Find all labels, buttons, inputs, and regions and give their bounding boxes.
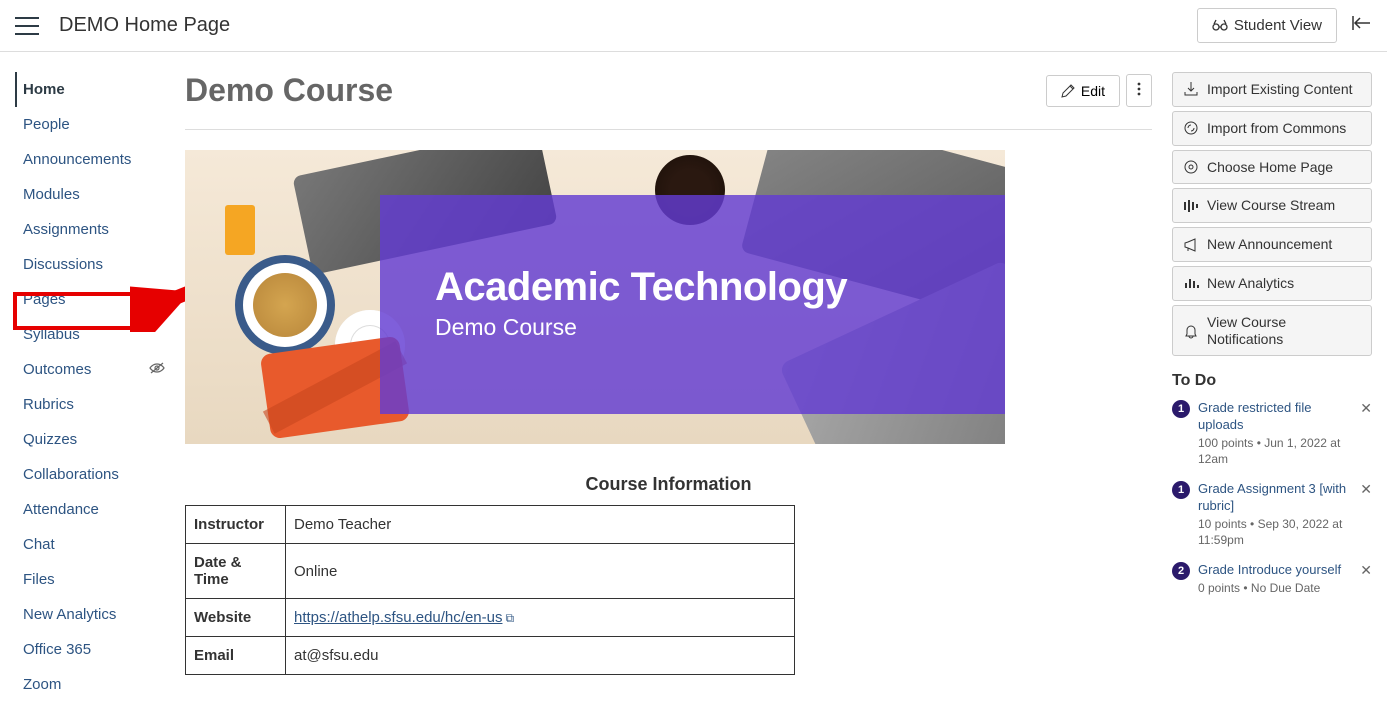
table-row: Instructor Demo Teacher [186,506,795,544]
nav-discussions[interactable]: Discussions [15,247,165,282]
todo-meta: 0 points • No Due Date [1198,581,1341,597]
breadcrumb: DEMO Home Page [59,14,1197,37]
action-label: Import from Commons [1207,120,1346,137]
edit-label: Edit [1081,83,1105,99]
info-label: Date & Time [186,544,286,599]
commons-icon [1183,120,1199,136]
nav-syllabus[interactable]: Syllabus [15,317,165,352]
website-link[interactable]: https://athelp.sfsu.edu/hc/en-us [294,609,502,626]
analytics-icon [1183,275,1199,291]
course-banner: Academic Technology Demo Course [185,150,1005,444]
home-target-icon [1183,159,1199,175]
external-link-icon: ⧉ [505,611,514,625]
nav-announcements[interactable]: Announcements [15,142,165,177]
view-stream-button[interactable]: View Course Stream [1172,188,1372,223]
todo-item: 2 Grade Introduce yourself 0 points • No… [1172,562,1372,596]
nav-zoom[interactable]: Zoom [15,667,165,702]
edit-button[interactable]: Edit [1046,75,1120,107]
hidden-icon [149,362,165,377]
todo-badge: 2 [1172,562,1190,580]
collapse-sidebar-icon[interactable] [1352,14,1372,37]
nav-collaborations[interactable]: Collaborations [15,457,165,492]
todo-heading: To Do [1172,372,1372,390]
import-commons-button[interactable]: Import from Commons [1172,111,1372,146]
todo-link[interactable]: Grade Introduce yourself [1198,562,1341,579]
nav-people[interactable]: People [15,107,165,142]
import-icon [1183,81,1199,97]
more-options-button[interactable] [1126,74,1152,107]
action-label: New Announcement [1207,236,1332,253]
student-view-button[interactable]: Student View [1197,8,1337,43]
action-label: View Course Stream [1207,197,1335,214]
banner-subtitle: Demo Course [435,314,965,341]
todo-meta: 10 points • Sep 30, 2022 at 11:59pm [1198,517,1356,548]
info-label: Email [186,637,286,675]
nav-home[interactable]: Home [15,72,165,107]
info-value: at@sfsu.edu [286,637,795,675]
nav-pages[interactable]: Pages [15,282,165,317]
divider [185,129,1152,130]
action-label: View Course Notifications [1207,314,1361,348]
course-info-table: Instructor Demo Teacher Date & Time Onli… [185,505,795,675]
course-nav: Home People Announcements Modules Assign… [15,72,165,702]
info-value: https://athelp.sfsu.edu/hc/en-us⧉ [286,599,795,637]
choose-home-button[interactable]: Choose Home Page [1172,150,1372,185]
right-sidebar: Import Existing Content Import from Comm… [1172,72,1372,702]
view-notifications-button[interactable]: View Course Notifications [1172,305,1372,357]
import-existing-button[interactable]: Import Existing Content [1172,72,1372,107]
close-icon[interactable]: ✕ [1360,562,1372,579]
todo-link[interactable]: Grade restricted file uploads [1198,400,1356,434]
main-content: Demo Course Edit Academic Tec [185,72,1152,702]
nav-assignments[interactable]: Assignments [15,212,165,247]
todo-item: 1 Grade Assignment 3 [with rubric] 10 po… [1172,481,1372,548]
nav-quizzes[interactable]: Quizzes [15,422,165,457]
student-view-label: Student View [1234,17,1322,34]
menu-toggle-icon[interactable] [15,17,39,35]
close-icon[interactable]: ✕ [1360,481,1372,498]
new-announcement-button[interactable]: New Announcement [1172,227,1372,262]
nav-files[interactable]: Files [15,562,165,597]
pencil-icon [1061,84,1075,98]
nav-attendance[interactable]: Attendance [15,492,165,527]
bell-icon [1183,323,1199,339]
todo-meta: 100 points • Jun 1, 2022 at 12am [1198,436,1356,467]
close-icon[interactable]: ✕ [1360,400,1372,417]
nav-rubrics[interactable]: Rubrics [15,387,165,422]
nav-outcomes[interactable]: Outcomes [15,352,97,387]
new-analytics-button[interactable]: New Analytics [1172,266,1372,301]
info-value: Demo Teacher [286,506,795,544]
glasses-icon [1212,19,1228,33]
todo-link[interactable]: Grade Assignment 3 [with rubric] [1198,481,1356,515]
table-row: Email at@sfsu.edu [186,637,795,675]
info-value: Online [286,544,795,599]
nav-chat[interactable]: Chat [15,527,165,562]
action-label: Import Existing Content [1207,81,1353,98]
banner-title: Academic Technology [435,265,965,310]
nav-office365[interactable]: Office 365 [15,632,165,667]
todo-badge: 1 [1172,481,1190,499]
info-label: Website [186,599,286,637]
nav-modules[interactable]: Modules [15,177,165,212]
kebab-icon [1137,82,1141,96]
action-label: Choose Home Page [1207,159,1333,176]
course-info-heading: Course Information [185,474,1152,495]
table-row: Date & Time Online [186,544,795,599]
table-row: Website https://athelp.sfsu.edu/hc/en-us… [186,599,795,637]
todo-item: 1 Grade restricted file uploads 100 poin… [1172,400,1372,467]
info-label: Instructor [186,506,286,544]
stream-icon [1183,198,1199,214]
nav-new-analytics[interactable]: New Analytics [15,597,165,632]
megaphone-icon [1183,237,1199,253]
page-title: Demo Course [185,72,1046,109]
todo-badge: 1 [1172,400,1190,418]
action-label: New Analytics [1207,275,1294,292]
